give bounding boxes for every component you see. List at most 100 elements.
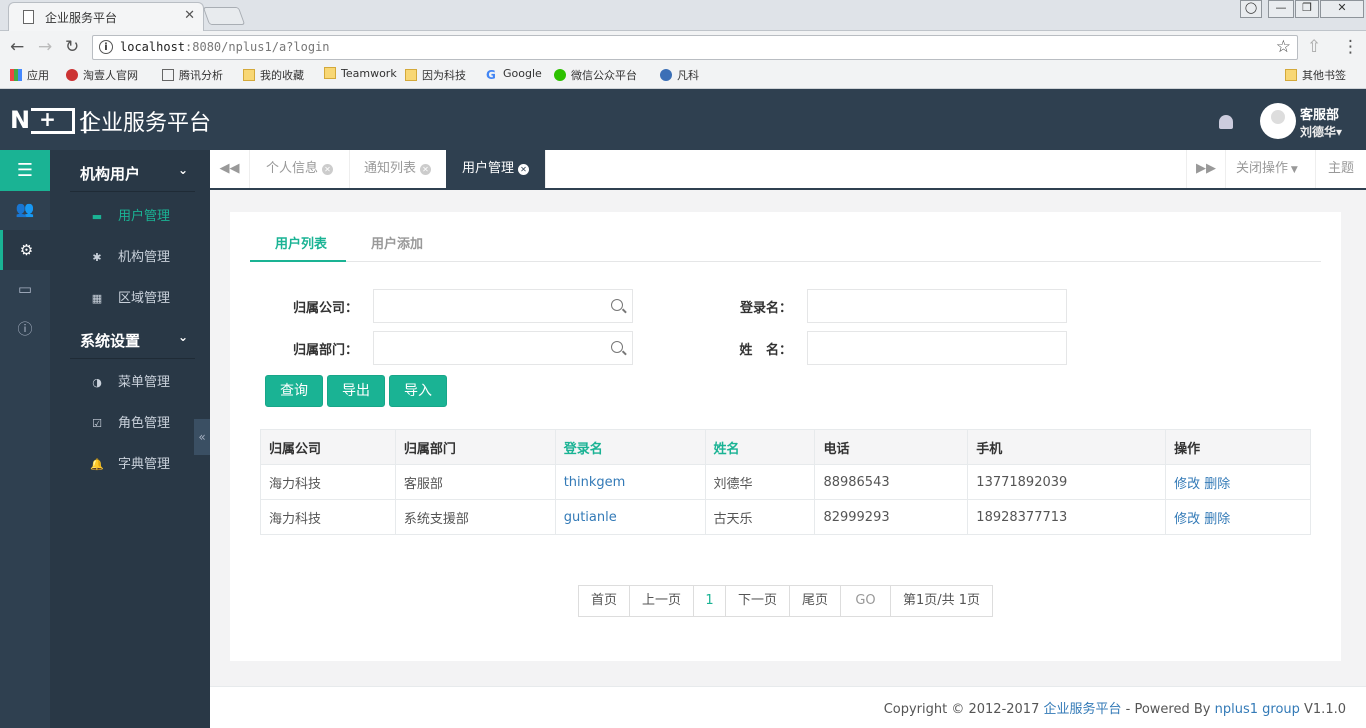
users-icon[interactable]: 👥 [0, 189, 50, 229]
notification-bell-icon[interactable] [1219, 115, 1233, 129]
logo-box: + [31, 107, 76, 134]
search-icon[interactable] [611, 341, 623, 353]
bookmark-other[interactable]: 其他书签 [1285, 67, 1346, 83]
bookmark-apps[interactable]: 应用 [10, 67, 49, 83]
scroll-left-icon[interactable]: ◀◀ [210, 150, 250, 188]
id-card-icon: ▬ [91, 210, 103, 223]
checkbox-icon: ☑ [92, 417, 102, 430]
col-actions: 操作 [1165, 429, 1311, 465]
new-tab-button[interactable] [202, 7, 246, 25]
user-department[interactable]: 客服部 [1300, 104, 1339, 123]
url-text: localhost:8080/nplus1/a?login [120, 40, 330, 54]
info-icon[interactable]: i [99, 40, 113, 54]
close-tab-icon[interactable]: ✕ [420, 164, 432, 175]
sidebar-item-role-management[interactable]: ☑ 角色管理 [90, 412, 170, 431]
sidebar-item-user-management[interactable]: ▬ 用户管理 [90, 205, 170, 224]
close-window-button[interactable]: ✕ [1320, 0, 1364, 18]
minimize-button[interactable]: — [1268, 0, 1294, 18]
pager-first[interactable]: 首页 [578, 585, 630, 617]
pager-go-button[interactable]: GO [840, 585, 891, 617]
site-icon [660, 69, 672, 81]
page-icon [23, 10, 34, 24]
bookmark-teamwork[interactable]: Teamwork [324, 67, 397, 80]
table-header-row: 归属公司 归属部门 登录名 姓名 电话 手机 操作 [260, 429, 1311, 465]
import-button[interactable]: 导入 [389, 375, 447, 407]
tab-user-list[interactable]: 用户列表 [275, 233, 327, 252]
sub-navigation: 机构用户 ⌄ ▬ 用户管理 ✱ 机构管理 ▦ 区域管理 系统设置 ⌄ ◑ 菜单管理 ☑ 角色管… [50, 150, 210, 728]
delete-link[interactable]: 删除 [1204, 477, 1230, 492]
folder-icon [243, 69, 255, 81]
google-icon: G [486, 68, 496, 82]
extension-icon[interactable]: ⇧ [1307, 37, 1321, 57]
query-button[interactable]: 查询 [265, 375, 323, 407]
forward-icon[interactable]: → [38, 37, 52, 57]
grid-icon: ▦ [91, 292, 103, 305]
gear-icon[interactable]: ⚙ [0, 230, 50, 270]
hamburger-menu-icon[interactable]: ☰ [0, 150, 50, 191]
profile-icon[interactable]: ◯ [1240, 0, 1262, 18]
info-circle-icon[interactable]: ⓘ [0, 309, 50, 349]
nav-group-org-users[interactable]: 机构用户 ⌄ [80, 163, 188, 184]
search-icon[interactable] [611, 299, 623, 311]
bookmark-fanke[interactable]: 凡科 [660, 67, 699, 83]
collapse-sidebar-icon[interactable]: « [194, 419, 210, 455]
col-login-name[interactable]: 登录名 [554, 429, 706, 465]
tab-personal-info[interactable]: 个人信息 ✕ [250, 150, 351, 188]
close-tab-icon[interactable]: ✕ [518, 164, 530, 175]
nav-group-system-settings[interactable]: 系统设置 ⌄ [80, 330, 188, 351]
browser-tab-strip: 企业服务平台 ✕ ◯ — ❐ ✕ [0, 0, 1366, 31]
bookmark-wechat[interactable]: 微信公众平台 [554, 67, 637, 83]
login-name-input[interactable] [807, 289, 1067, 323]
bookmark-yinwei[interactable]: 因为科技 [405, 67, 466, 83]
company-input[interactable] [373, 289, 633, 323]
scroll-right-icon[interactable]: ▶▶ [1186, 150, 1226, 188]
bookmark-tencent[interactable]: 腾讯分析 [162, 67, 223, 83]
menu-icon[interactable]: ⋮ [1342, 37, 1359, 57]
close-operations-dropdown[interactable]: 关闭操作 ▼ [1226, 150, 1316, 188]
browser-tab[interactable]: 企业服务平台 ✕ [8, 2, 204, 31]
platform-link[interactable]: 企业服务平台 [1043, 702, 1121, 717]
url-input[interactable]: i localhost:8080/nplus1/a?login ☆ [92, 35, 1298, 60]
name-input[interactable] [807, 331, 1067, 365]
sidebar-item-dict-management[interactable]: 🔔 字典管理 [90, 453, 170, 472]
cell-department: 客服部 [394, 464, 556, 500]
edit-link[interactable]: 修改 [1174, 512, 1200, 527]
col-name[interactable]: 姓名 [704, 429, 816, 465]
icon-rail: ☰ 👥 ⚙ ▭ ⓘ [0, 150, 50, 728]
user-name[interactable]: 刘德华▾ [1300, 123, 1342, 140]
monitor-icon[interactable]: ▭ [0, 269, 50, 309]
department-input[interactable] [373, 331, 633, 365]
edit-link[interactable]: 修改 [1174, 477, 1200, 492]
login-name-link[interactable]: thinkgem [564, 475, 626, 490]
pager-next[interactable]: 下一页 [725, 585, 790, 617]
theme-button[interactable]: 主题 [1316, 150, 1366, 188]
bookmark-star-icon[interactable]: ☆ [1276, 37, 1291, 57]
col-mobile: 手机 [967, 429, 1167, 465]
pager-last[interactable]: 尾页 [789, 585, 841, 617]
bookmark-favorites[interactable]: 我的收藏 [243, 67, 304, 83]
export-button[interactable]: 导出 [327, 375, 385, 407]
avatar[interactable] [1260, 103, 1296, 139]
sidebar-item-area-management[interactable]: ▦ 区域管理 [90, 287, 170, 306]
pager-current[interactable]: 1 [693, 585, 726, 617]
active-tab-indicator [250, 260, 346, 262]
sidebar-item-menu-management[interactable]: ◑ 菜单管理 [90, 371, 170, 390]
pager-prev[interactable]: 上一页 [629, 585, 694, 617]
close-tab-icon[interactable]: ✕ [184, 8, 195, 23]
close-tab-icon[interactable]: ✕ [322, 164, 334, 175]
back-icon[interactable]: ← [10, 37, 24, 57]
sidebar-item-org-management[interactable]: ✱ 机构管理 [90, 246, 170, 265]
tab-user-management[interactable]: 用户管理 ✕ [446, 150, 547, 188]
bookmark-google[interactable]: G Google [486, 67, 542, 82]
product-link[interactable]: nplus1 group [1215, 702, 1300, 717]
reload-icon[interactable]: ↻ [65, 37, 79, 57]
bookmark-taoyiren[interactable]: 淘壹人官网 [66, 67, 138, 83]
restore-button[interactable]: ❐ [1295, 0, 1319, 18]
cell-phone: 88986543 [814, 464, 969, 500]
chevron-down-icon: ⌄ [178, 330, 189, 344]
login-name-link[interactable]: gutianle [564, 510, 617, 525]
tab-user-add[interactable]: 用户添加 [371, 233, 423, 252]
tab-notifications[interactable]: 通知列表 ✕ [348, 150, 449, 188]
delete-link[interactable]: 删除 [1204, 512, 1230, 527]
department-label: 归属部门： [292, 343, 358, 358]
